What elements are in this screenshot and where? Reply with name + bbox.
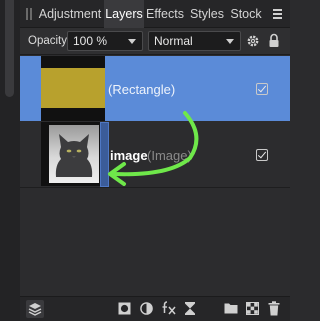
annotation-arrow bbox=[108, 111, 199, 186]
chevron-down-icon bbox=[226, 39, 234, 44]
opacity-label: Opacity: bbox=[28, 35, 71, 47]
blend-mode-dropdown[interactable]: Normal bbox=[148, 31, 241, 51]
opacity-dropdown[interactable]: 100 % bbox=[67, 31, 143, 51]
lock-icon[interactable] bbox=[268, 33, 280, 48]
tab-layers[interactable]: Layers bbox=[104, 0, 144, 28]
panel-tab-bar: Adjustment Layers Effects Styles Stock bbox=[20, 0, 290, 28]
folder-icon[interactable] bbox=[224, 302, 238, 314]
left-dock-strip bbox=[0, 0, 20, 321]
mask-icon[interactable] bbox=[118, 302, 131, 315]
tab-stock[interactable]: Stock bbox=[228, 0, 264, 28]
gear-icon[interactable] bbox=[246, 34, 260, 48]
blend-mode-value: Normal bbox=[154, 34, 193, 48]
chevron-down-icon bbox=[128, 39, 136, 44]
layers-list: (Rectangle) image (Image) bbox=[20, 56, 290, 296]
hamburger-menu-icon[interactable] bbox=[271, 7, 285, 21]
layers-panel: Adjustment Layers Effects Styles Stock O… bbox=[20, 0, 290, 321]
dock-scrollbar[interactable] bbox=[5, 0, 14, 97]
layers-bottom-toolbar bbox=[20, 296, 290, 321]
trash-icon[interactable] bbox=[268, 301, 280, 316]
tab-styles[interactable]: Styles bbox=[187, 0, 227, 28]
adjustment-circle-icon[interactable] bbox=[140, 302, 153, 315]
checker-pixel-icon[interactable] bbox=[246, 302, 259, 315]
panel-grip-icon[interactable] bbox=[26, 8, 32, 20]
layers-stack-icon[interactable] bbox=[26, 300, 44, 318]
layer-options-bar: Opacity: 100 % Normal bbox=[20, 28, 290, 55]
tab-effects[interactable]: Effects bbox=[145, 0, 185, 28]
hourglass-filter-icon[interactable] bbox=[184, 301, 196, 316]
opacity-value: 100 % bbox=[73, 34, 108, 48]
tab-adjustment[interactable]: Adjustment bbox=[37, 0, 103, 28]
fx-icon[interactable] bbox=[161, 300, 177, 316]
